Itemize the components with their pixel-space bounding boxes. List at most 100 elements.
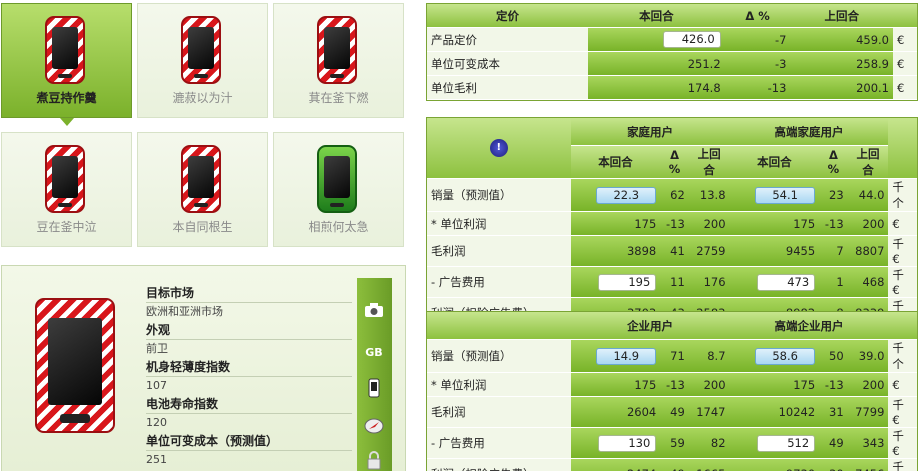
segment-unit: € [888,373,917,397]
product-name: 本自同根生 [172,220,233,234]
product-tile[interactable]: 煮豆持作羹 [1,3,132,126]
segment-prev: 8.7 [688,340,730,373]
product-thumbnail [45,16,85,84]
feature-sidebar: GB [357,278,392,471]
product-tile[interactable]: 相煎何太急 [273,132,404,247]
selection-pointer [60,118,74,126]
ad-spend-input[interactable]: 130 [598,434,657,452]
pricing-prev: 459.0 [790,28,894,52]
segment-current: 9730 [786,467,815,471]
volume-forecast-badge[interactable]: 22.3 [596,186,657,204]
segment-row: * 单位利润 175 -13 200 175 -13 200 € [427,212,917,236]
segment-prev: 1665 [688,459,730,471]
segment-premium-business-header: 高端企业用户 [729,312,889,340]
product-tile[interactable]: 本自同根生 [137,132,268,247]
segment-unit: 千个 [888,340,917,373]
ad-spend-input[interactable]: 512 [757,434,816,452]
segment-delta: 49 [819,428,848,459]
pricing-delta: -3 [724,52,791,76]
ad-spend-input[interactable]: 195 [598,273,657,291]
pricing-label: 产品定价 [427,28,589,52]
segment-row-label: 销量（预测值） [427,340,571,373]
segment-row-label: 利润（扣除广告费） [427,459,571,471]
segment-current: 9455 [785,244,816,258]
segment-delta: 11 [660,267,689,298]
segment-row-label: 毛利润 [427,236,571,267]
segment-delta: -13 [819,212,848,236]
price-input[interactable]: 426.0 [662,31,721,48]
ad-spend-input[interactable]: 473 [757,273,816,291]
segment-unit: 千 € [888,459,917,471]
segment-prev: 13.8 [688,179,730,212]
detail-field-value: 107 [146,379,167,392]
segment-table-consumer: ! 家庭用户 高端家庭用户 本回合 Δ % 上回合 本回合 Δ % 上回合 销量… [426,117,918,330]
detail-field: 电池寿命指数 120 [146,395,352,432]
pricing-current: 174.8 [687,80,721,95]
product-thumbnail [181,16,221,84]
volume-forecast-badge[interactable]: 14.9 [596,347,657,365]
product-detail-panel: 目标市场 欧洲和亚洲市场 外观 前卫 机身轻薄度指数 107 电池寿命指数 120 单位可变成本… [1,265,406,471]
detail-field-label: 电池寿命指数 [146,395,352,414]
product-image [35,298,115,433]
segment-current: 10242 [778,405,816,419]
segment-delta: 50 [819,340,848,373]
product-tile[interactable]: 豆在釜中泣 [1,132,132,247]
pricing-delta: -13 [724,76,791,100]
segment-row: - 广告费用 130 59 82 512 49 343 千 € [427,428,917,459]
segment-unit: 千 € [888,267,917,298]
segment-delta: 49 [660,397,689,428]
segment-delta: 71 [660,340,689,373]
segment-prev: 176 [688,267,730,298]
volume-forecast-badge[interactable]: 58.6 [755,347,816,365]
segment-prev: 7799 [847,397,889,428]
sub-current: 本回合 [729,146,820,179]
segment-current: 175 [634,216,657,231]
camera-icon[interactable] [363,302,385,324]
phone-icon[interactable] [363,378,385,400]
segment-home-header: 家庭用户 [570,118,730,146]
pricing-header-prev: 上回合 [790,4,894,28]
segment-row: 毛利润 2604 49 1747 10242 31 7799 千 € [427,397,917,428]
segment-delta: 62 [660,179,689,212]
product-name: 豆在釜中泣 [36,220,97,234]
pricing-label: 单位可变成本 [427,52,589,76]
sub-prev: 上回合 [688,146,730,179]
lock-icon[interactable] [363,450,385,471]
segment-business-header: 企业用户 [570,312,730,340]
product-tile[interactable]: 萁在釜下燃 [273,3,404,118]
pricing-unit: € [893,76,917,100]
detail-field-value: 120 [146,416,167,429]
segment-delta: 41 [660,236,689,267]
segment-unit: 千 € [888,428,917,459]
compass-icon[interactable] [363,416,385,438]
app-root: { "products": [ {"name": "煮豆持作羹", "selec… [0,0,919,471]
segment-prev: 200 [847,212,889,236]
segment-info-cell: ! [427,118,571,179]
product-tile[interactable]: 漉菽以为汁 [137,3,268,118]
segment-prev: 82 [688,428,730,459]
detail-field: 目标市场 欧洲和亚洲市场 [146,284,352,321]
pricing-prev: 200.1 [790,76,894,100]
detail-field: 机身轻薄度指数 107 [146,358,352,395]
segment-current: 2474 [627,467,656,471]
segment-unit: 千 € [888,397,917,428]
product-name: 相煎何太急 [308,220,369,234]
segment-prev: 7456 [847,459,889,471]
segment-unit: 千个 [888,179,917,212]
segment-current: 3898 [626,244,657,258]
storage-icon[interactable]: GB [363,342,385,364]
product-thumbnail [45,145,85,213]
info-badge-icon[interactable]: ! [489,139,508,157]
pricing-header-delta: Δ % [724,4,791,28]
sub-prev: 上回合 [847,146,889,179]
segment-current: 175 [634,377,657,392]
segment-prev: 39.0 [847,340,889,373]
segment-delta: 49 [660,459,689,471]
segment-row: 毛利润 3898 41 2759 9455 7 8807 千 € [427,236,917,267]
segment-premium-home-header: 高端家庭用户 [729,118,889,146]
detail-field-value: 前卫 [146,342,168,355]
volume-forecast-badge[interactable]: 54.1 [755,186,816,204]
segment-current: 175 [793,216,816,231]
segment-prev: 2759 [688,236,730,267]
segment-row-label: - 广告费用 [427,267,571,298]
